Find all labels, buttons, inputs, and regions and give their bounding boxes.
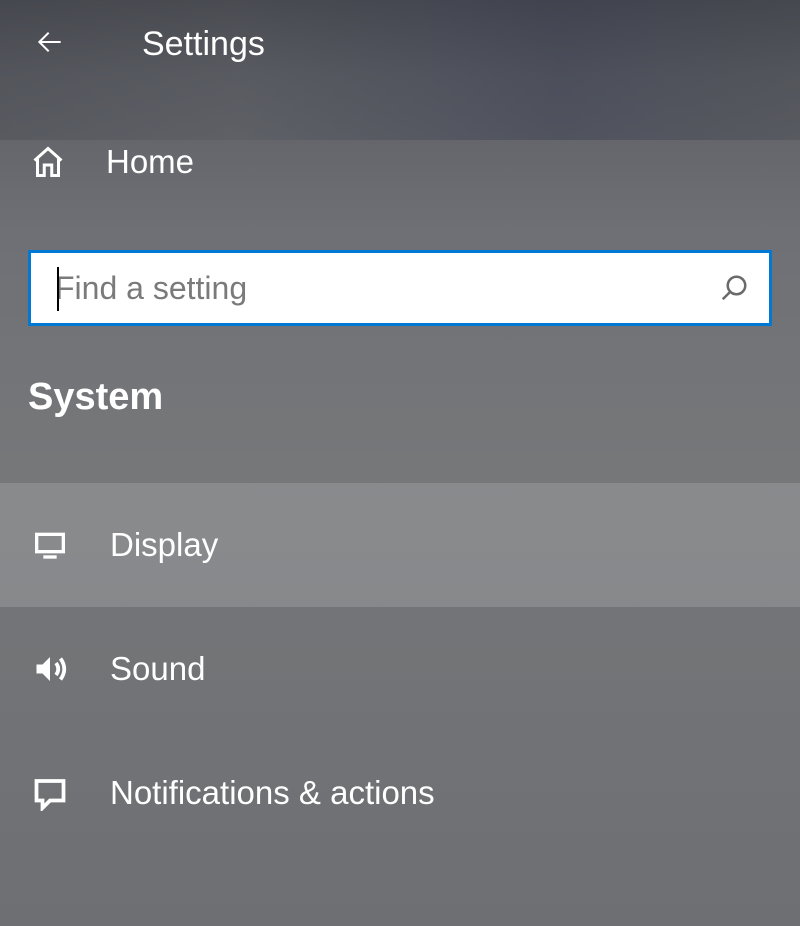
home-icon: [28, 142, 68, 182]
menu-section: Display Sound Notifications & actions: [0, 443, 800, 855]
section-title: System: [0, 336, 800, 443]
menu-item-notifications[interactable]: Notifications & actions: [0, 731, 800, 855]
menu-item-sound[interactable]: Sound: [0, 607, 800, 731]
search-icon[interactable]: [719, 273, 749, 303]
nav-label-home: Home: [106, 143, 194, 181]
page-title: Settings: [142, 25, 265, 64]
text-cursor: [57, 267, 59, 311]
menu-item-display[interactable]: Display: [0, 483, 800, 607]
search-box[interactable]: [28, 250, 772, 326]
header: Settings: [0, 0, 800, 94]
nav-item-home[interactable]: Home: [0, 124, 800, 200]
back-button[interactable]: [30, 24, 70, 64]
notifications-icon: [28, 771, 72, 815]
back-arrow-icon: [34, 26, 66, 63]
display-icon: [28, 523, 72, 567]
search-input[interactable]: [55, 270, 719, 307]
sound-icon: [28, 647, 72, 691]
menu-label: Display: [110, 526, 218, 564]
nav-section: Home: [0, 94, 800, 220]
search-container: [0, 220, 800, 336]
menu-label: Notifications & actions: [110, 774, 435, 812]
menu-label: Sound: [110, 650, 205, 688]
